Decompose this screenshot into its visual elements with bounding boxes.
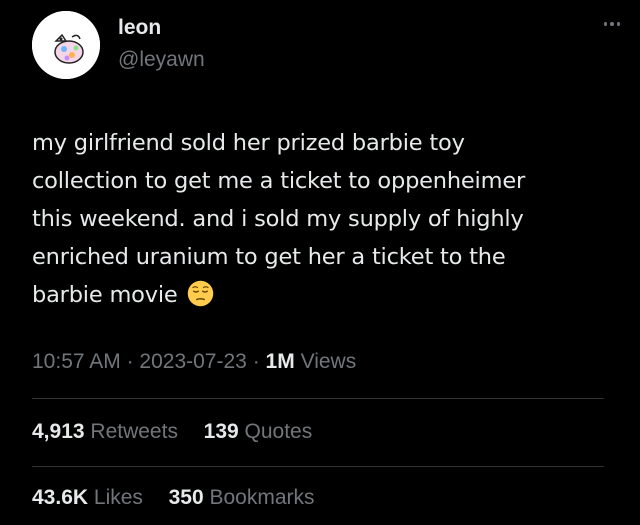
stats-row-likes: 43.6K Likes 350 Bookmarks [32,486,315,510]
tweet-line: enriched uranium to get her a ticket to … [32,244,506,270]
author-handle[interactable]: @leyawn [118,48,205,72]
tweet-date[interactable]: 2023-07-23 [139,350,246,373]
quotes-count: 139 [203,420,239,443]
tweet-line: this weekend. and i sold my supply of hi… [32,206,524,232]
avatar-doodle-icon [32,11,100,79]
pensive-face-icon [187,280,213,307]
avatar[interactable] [32,11,100,79]
tweet-meta: 10:57 AM · 2023-07-23 · 1M Views [32,350,356,374]
more-options-icon[interactable] [603,22,620,26]
meta-separator: · [126,350,134,373]
likes-count: 43.6K [32,486,89,509]
bookmarks-stat[interactable]: 350 Bookmarks [169,486,315,509]
likes-stat[interactable]: 43.6K Likes [32,486,149,509]
retweets-label: Retweets [90,420,178,443]
retweets-count: 4,913 [32,420,85,443]
tweet-line: barbie movie [32,282,178,308]
bookmarks-count: 350 [168,486,204,509]
quotes-stat[interactable]: 139 Quotes [204,420,313,443]
retweets-stat[interactable]: 4,913 Retweets [32,420,184,443]
quotes-label: Quotes [244,420,313,443]
tweet-time[interactable]: 10:57 AM [32,350,121,373]
likes-label: Likes [93,486,143,509]
meta-separator: · [252,350,260,373]
divider [32,398,604,399]
tweet-text: my girlfriend sold her prized barbie toy… [32,124,612,314]
author-name[interactable]: leon [118,16,161,40]
views-count: 1M [265,350,295,373]
views-label: Views [300,350,357,373]
divider [32,466,604,467]
bookmarks-label: Bookmarks [209,486,315,509]
stats-row-engagement: 4,913 Retweets 139 Quotes [32,420,312,444]
tweet-line: my girlfriend sold her prized barbie toy [32,130,465,156]
tweet-line: collection to get me a ticket to oppenhe… [32,168,526,194]
tweet-line-last: barbie movie [32,276,612,314]
